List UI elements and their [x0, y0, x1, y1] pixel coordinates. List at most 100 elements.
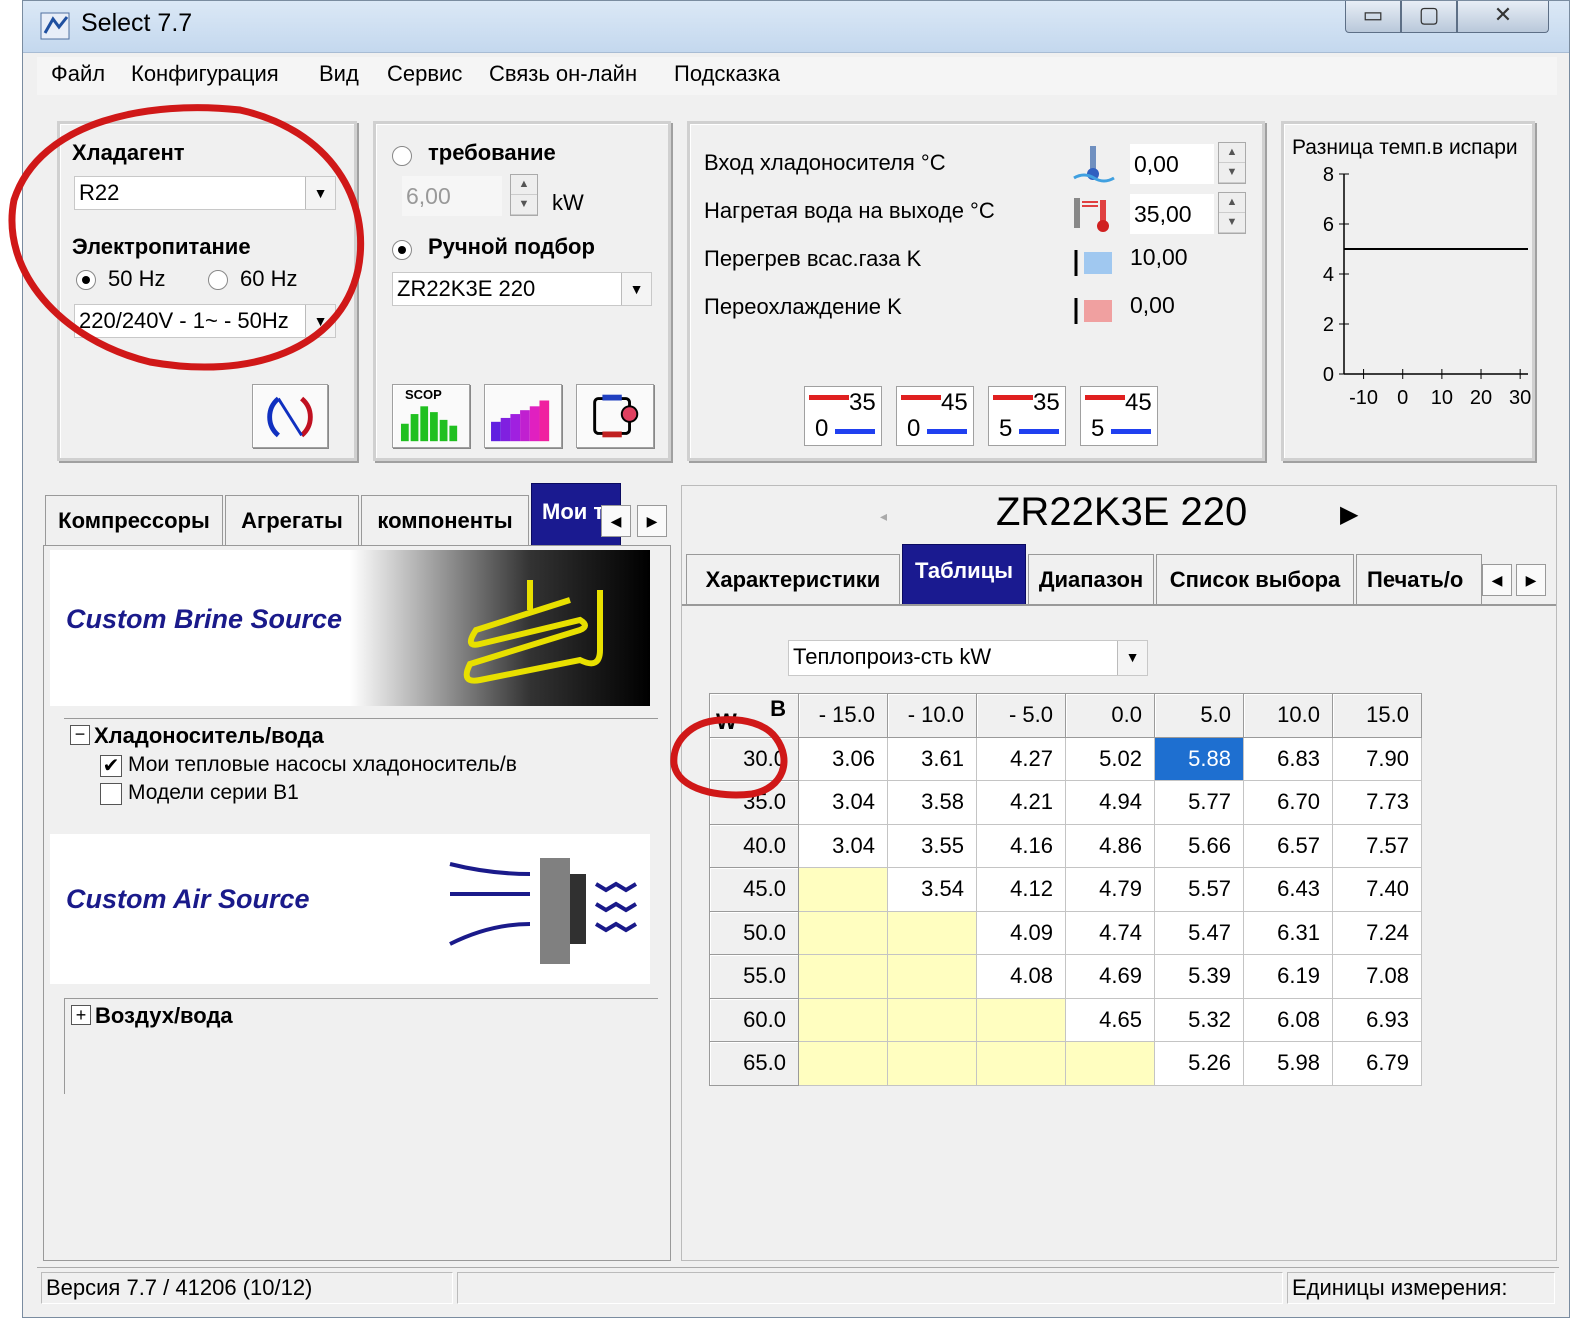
model-prev-icon[interactable]: ◂: [880, 508, 887, 525]
chevron-down-icon[interactable]: ▼: [1117, 641, 1147, 675]
column-header[interactable]: - 5.0: [976, 693, 1066, 738]
table-cell[interactable]: 5.57: [1154, 867, 1244, 912]
table-cell[interactable]: 3.04: [798, 823, 888, 868]
table-cell[interactable]: 7.40: [1332, 867, 1422, 912]
brine-banner[interactable]: Custom Brine Source: [50, 550, 650, 706]
table-cell[interactable]: 5.39: [1154, 954, 1244, 999]
tab-characteristics[interactable]: Характеристики: [686, 554, 900, 604]
brine-tree-header[interactable]: Хладоноситель/вода: [94, 723, 324, 749]
menu-view[interactable]: Вид: [319, 61, 359, 87]
capacity-chart-button[interactable]: [484, 384, 562, 448]
table-cell[interactable]: 4.94: [1065, 780, 1155, 825]
table-cell[interactable]: [1065, 1041, 1155, 1086]
column-header[interactable]: 5.0: [1154, 693, 1244, 738]
menu-help[interactable]: Подсказка: [674, 61, 780, 87]
tabs-next-icon[interactable]: ▶: [637, 505, 667, 537]
table-cell[interactable]: 4.08: [976, 954, 1066, 999]
brine-in-input[interactable]: 0,00: [1130, 144, 1214, 184]
voltage-select[interactable]: 220/240V - 1~ - 50Hz ▼: [74, 304, 336, 338]
air-tree-header[interactable]: Воздух/вода: [95, 1003, 233, 1029]
table-cell[interactable]: [887, 910, 977, 955]
table-cell[interactable]: 6.19: [1243, 954, 1333, 999]
minimize-button[interactable]: ▭: [1345, 1, 1401, 33]
table-cell[interactable]: 5.26: [1154, 1041, 1244, 1086]
menu-file[interactable]: Файл: [51, 61, 105, 87]
radio-60hz[interactable]: [208, 270, 228, 290]
preset-45-5-button[interactable]: 45 5: [1080, 386, 1158, 446]
column-header[interactable]: - 10.0: [887, 693, 977, 738]
table-cell[interactable]: [887, 997, 977, 1042]
chevron-down-icon[interactable]: ▼: [305, 305, 335, 337]
tab-print[interactable]: Печать/о: [1356, 554, 1482, 604]
close-button[interactable]: ✕: [1457, 1, 1549, 33]
table-cell[interactable]: 5.88: [1154, 736, 1244, 781]
table-cell[interactable]: [798, 1041, 888, 1086]
row-header[interactable]: 50.0: [709, 910, 799, 955]
scop-button[interactable]: SCOP: [392, 384, 470, 448]
row-header[interactable]: 35.0: [709, 780, 799, 825]
radio-50hz[interactable]: [76, 270, 96, 290]
tab-compressors[interactable]: Компрессоры: [45, 495, 223, 545]
tabs-prev-icon[interactable]: ◀: [601, 505, 631, 537]
table-cell[interactable]: 5.02: [1065, 736, 1155, 781]
table-cell[interactable]: 7.24: [1332, 910, 1422, 955]
table-cell[interactable]: 3.61: [887, 736, 977, 781]
table-cell[interactable]: [976, 1041, 1066, 1086]
table-cell[interactable]: 5.77: [1154, 780, 1244, 825]
table-cell[interactable]: 4.12: [976, 867, 1066, 912]
table-cell[interactable]: 4.27: [976, 736, 1066, 781]
row-header[interactable]: 30.0: [709, 736, 799, 781]
requirement-input[interactable]: 6,00: [402, 176, 502, 216]
column-header[interactable]: 0.0: [1065, 693, 1155, 738]
menu-online[interactable]: Связь он-лайн: [489, 61, 637, 87]
right-tabs-prev-icon[interactable]: ◀: [1482, 564, 1512, 596]
radio-manual[interactable]: [392, 240, 412, 260]
tab-units[interactable]: Агрегаты: [225, 495, 359, 545]
table-cell[interactable]: 4.79: [1065, 867, 1155, 912]
tree-item-my-heatpumps[interactable]: Мои тепловые насосы хладоноситель/в: [128, 753, 517, 777]
table-cell[interactable]: [798, 910, 888, 955]
table-cell[interactable]: 6.83: [1243, 736, 1333, 781]
table-cell[interactable]: 6.43: [1243, 867, 1333, 912]
table-cell[interactable]: 3.55: [887, 823, 977, 868]
column-header[interactable]: 10.0: [1243, 693, 1333, 738]
table-cell[interactable]: 7.73: [1332, 780, 1422, 825]
table-cell[interactable]: 6.70: [1243, 780, 1333, 825]
table-cell[interactable]: 4.21: [976, 780, 1066, 825]
table-cell[interactable]: 7.08: [1332, 954, 1422, 999]
table-cell[interactable]: 7.57: [1332, 823, 1422, 868]
tab-range[interactable]: Диапазон: [1028, 554, 1154, 604]
preset-45-0-button[interactable]: 45 0: [896, 386, 974, 446]
table-cell[interactable]: 4.86: [1065, 823, 1155, 868]
table-cell[interactable]: 4.09: [976, 910, 1066, 955]
row-header[interactable]: 45.0: [709, 867, 799, 912]
refrigerant-select[interactable]: R22 ▼: [74, 176, 336, 210]
table-cell[interactable]: 4.16: [976, 823, 1066, 868]
table-cell[interactable]: 5.32: [1154, 997, 1244, 1042]
menu-configuration[interactable]: Конфигурация: [131, 61, 279, 87]
table-cell[interactable]: 6.79: [1332, 1041, 1422, 1086]
table-cell[interactable]: 6.08: [1243, 997, 1333, 1042]
chevron-down-icon[interactable]: ▼: [621, 273, 651, 305]
column-header[interactable]: - 15.0: [798, 693, 888, 738]
radio-requirement[interactable]: [392, 146, 412, 166]
table-cell[interactable]: 7.90: [1332, 736, 1422, 781]
tree-item-b1-series[interactable]: Модели серии B1: [128, 781, 299, 805]
table-cell[interactable]: 3.58: [887, 780, 977, 825]
checkbox-my-heatpumps[interactable]: ✔: [100, 755, 122, 777]
row-header[interactable]: 65.0: [709, 1041, 799, 1086]
checkbox-b1-series[interactable]: [100, 783, 122, 805]
maximize-button[interactable]: ▢: [1401, 1, 1457, 33]
table-quantity-select[interactable]: Теплопроиз-сть kW ▼: [788, 640, 1148, 676]
column-header[interactable]: 15.0: [1332, 693, 1422, 738]
row-header[interactable]: 40.0: [709, 823, 799, 868]
expand-icon[interactable]: +: [71, 1005, 91, 1025]
table-cell[interactable]: 5.47: [1154, 910, 1244, 955]
table-cell[interactable]: [798, 997, 888, 1042]
table-cell[interactable]: 3.54: [887, 867, 977, 912]
table-cell[interactable]: 4.74: [1065, 910, 1155, 955]
table-cell[interactable]: [976, 997, 1066, 1042]
model-select[interactable]: ZR22K3E 220 ▼: [392, 272, 652, 306]
preset-35-5-button[interactable]: 35 5: [988, 386, 1066, 446]
model-next-icon[interactable]: ▶: [1340, 500, 1358, 529]
